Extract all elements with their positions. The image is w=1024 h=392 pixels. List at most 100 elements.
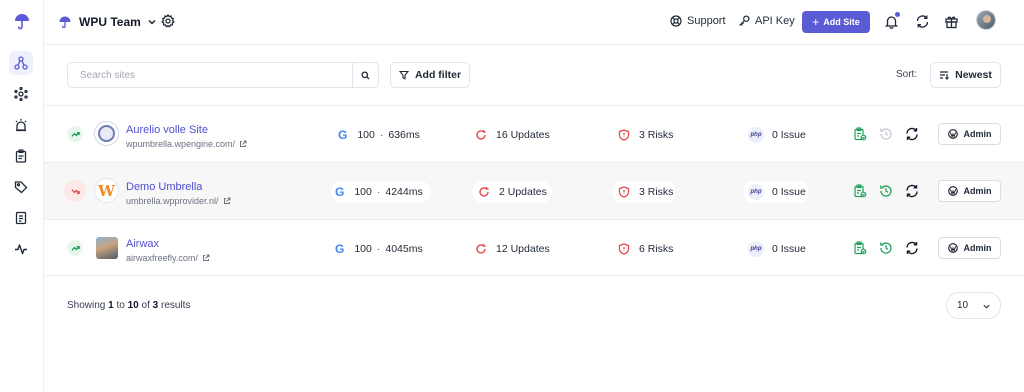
- sidebar-item-alerts[interactable]: [9, 113, 33, 137]
- support-label: Support: [687, 15, 726, 27]
- sidebar-item-reports[interactable]: [9, 144, 33, 168]
- wordpress-icon: [947, 129, 958, 139]
- site-name-link[interactable]: Aurelio volle Site: [126, 124, 208, 136]
- add-filter-label: Add filter: [414, 69, 462, 81]
- sync-icon[interactable]: [905, 127, 919, 141]
- site-url-text: wpumbrella.wpengine.com/: [126, 139, 236, 149]
- sidebar-item-tags[interactable]: [9, 175, 33, 199]
- risks-count: 6 Risks: [639, 243, 674, 255]
- updates-count: 12 Updates: [496, 243, 550, 255]
- sync-icon[interactable]: [905, 241, 919, 255]
- support-link[interactable]: Support: [670, 15, 726, 27]
- api-key-link[interactable]: API Key: [738, 15, 795, 27]
- site-url-text: airwaxfreefly.com/: [126, 253, 198, 263]
- metric-separator: ·: [379, 129, 384, 141]
- site-name-link[interactable]: Demo Umbrella: [126, 181, 202, 193]
- updates-metric[interactable]: 16 Updates: [475, 127, 550, 143]
- updates-metric[interactable]: 2 Updates: [478, 184, 547, 200]
- per-page-select[interactable]: 10: [946, 292, 1001, 319]
- metric-separator: ·: [376, 186, 381, 198]
- sidebar-item-activity[interactable]: [9, 237, 33, 261]
- external-link-icon: [223, 197, 231, 204]
- response-time: 4244ms: [385, 186, 423, 198]
- search-box: [67, 62, 379, 88]
- history-icon[interactable]: [879, 184, 893, 198]
- sites-icon: [14, 56, 28, 70]
- sidebar-item-nodes[interactable]: [9, 82, 33, 106]
- umbrella-logo-icon[interactable]: [12, 11, 32, 31]
- search-button[interactable]: [352, 63, 378, 87]
- google-icon: G: [338, 128, 348, 142]
- wordpress-icon: [947, 186, 958, 196]
- key-icon: [739, 15, 750, 26]
- history-disabled-icon[interactable]: [879, 127, 893, 141]
- site-name-link[interactable]: Airwax: [126, 238, 159, 250]
- sidebar-item-invoices[interactable]: [9, 206, 33, 230]
- response-time: 636ms: [388, 129, 420, 141]
- php-issues-metric[interactable]: php 0 Issue: [748, 184, 806, 200]
- admin-label: Admin: [963, 243, 992, 253]
- add-site-label: Add Site: [823, 17, 860, 27]
- table-row: Aurelio volle Site wpumbrella.wpengine.c…: [44, 105, 1024, 162]
- refresh-icon[interactable]: [915, 14, 930, 29]
- risks-metric[interactable]: 3 Risks: [618, 127, 673, 143]
- team-settings-gear-icon[interactable]: [161, 14, 175, 28]
- admin-label: Admin: [963, 129, 992, 139]
- response-time: 4045ms: [385, 243, 423, 255]
- tags-icon: [14, 181, 28, 194]
- shield-icon: [618, 243, 630, 255]
- performance-score: 100: [354, 186, 372, 198]
- performance-metric[interactable]: G 100 · 636ms: [338, 127, 420, 143]
- history-icon[interactable]: [879, 241, 893, 255]
- team-name: WPU Team: [79, 15, 141, 29]
- sort-dropdown[interactable]: Newest: [930, 62, 1001, 88]
- update-refresh-icon: [476, 130, 486, 140]
- site-logo-letter: W: [98, 181, 115, 200]
- sort-value: Newest: [955, 69, 992, 81]
- backup-report-icon[interactable]: [853, 241, 867, 255]
- shield-icon: [618, 129, 630, 141]
- sort-label: Sort:: [896, 69, 918, 80]
- php-icon: php: [748, 184, 764, 200]
- external-link-icon: [202, 254, 210, 261]
- php-issues-metric[interactable]: php 0 Issue: [748, 241, 806, 257]
- admin-button[interactable]: Admin: [938, 123, 1001, 145]
- external-link-icon: [240, 140, 247, 147]
- backup-report-icon[interactable]: [853, 127, 867, 141]
- search-input[interactable]: [68, 63, 352, 87]
- results-to: 10: [127, 300, 139, 311]
- sidebar-item-sites[interactable]: [9, 51, 33, 75]
- gift-icon[interactable]: [944, 14, 959, 29]
- risks-metric[interactable]: 6 Risks: [618, 241, 673, 257]
- alert-icon: [15, 119, 27, 132]
- chevron-down-icon: [148, 19, 156, 25]
- backup-report-icon[interactable]: [853, 184, 867, 198]
- issues-count: 0 Issue: [772, 186, 806, 198]
- table-row: Airwax airwaxfreefly.com/ G 100 · 4045ms…: [44, 219, 1024, 276]
- of-word: of: [141, 300, 150, 311]
- risks-metric[interactable]: 3 Risks: [618, 184, 673, 200]
- update-refresh-icon: [476, 244, 486, 254]
- php-issues-metric[interactable]: php 0 Issue: [748, 127, 806, 143]
- user-avatar[interactable]: [976, 10, 996, 30]
- performance-metric[interactable]: G 100 · 4244ms: [335, 184, 423, 200]
- issues-count: 0 Issue: [772, 243, 806, 255]
- sync-icon[interactable]: [905, 184, 919, 198]
- site-url-text: umbrella.wpprovider.nl/: [126, 196, 219, 206]
- results-from: 1: [108, 300, 114, 311]
- site-url-link[interactable]: umbrella.wpprovider.nl/: [126, 196, 231, 206]
- site-url-link[interactable]: wpumbrella.wpengine.com/: [126, 139, 247, 149]
- updates-metric[interactable]: 12 Updates: [475, 241, 550, 257]
- umbrella-icon: [59, 16, 71, 29]
- update-refresh-icon: [479, 187, 489, 197]
- performance-metric[interactable]: G 100 · 4045ms: [335, 241, 423, 257]
- nodes-icon: [14, 87, 28, 101]
- app-root: WPU Team Support API Key + Add Site Sear…: [0, 0, 1024, 392]
- team-switcher[interactable]: WPU Team: [58, 12, 157, 32]
- admin-button[interactable]: Admin: [938, 237, 1001, 259]
- add-filter-button[interactable]: Add filter: [390, 62, 470, 88]
- site-url-link[interactable]: airwaxfreefly.com/: [126, 253, 210, 263]
- add-site-button[interactable]: + Add Site: [802, 11, 870, 33]
- admin-button[interactable]: Admin: [938, 180, 1001, 202]
- site-favicon: [94, 121, 119, 146]
